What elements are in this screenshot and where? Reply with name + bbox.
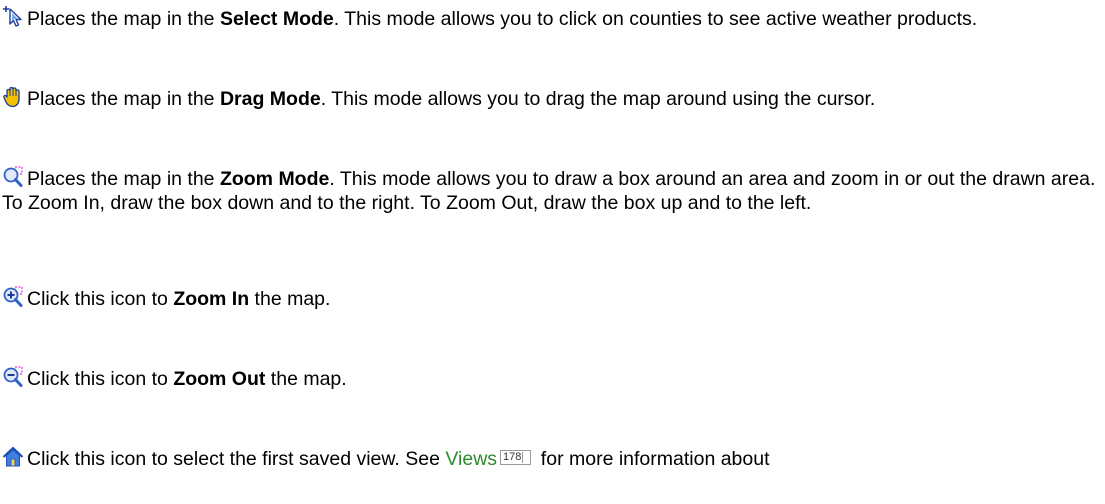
mode-name: Drag Mode — [219, 88, 321, 110]
mode-name: Zoom Mode — [219, 168, 330, 190]
mode-name: Select Mode — [219, 8, 334, 30]
select-mode-description: Places the map in the Select Mode. This … — [2, 6, 1097, 31]
zoom-mode-icon — [2, 166, 24, 188]
text-prefix: Click this icon to select the first save… — [27, 448, 446, 470]
action-name: Zoom In — [173, 288, 250, 310]
action-name: Zoom Out — [173, 368, 266, 390]
text-suffix: . This mode allows you to drag the map a… — [320, 88, 876, 110]
views-link[interactable]: Views — [445, 448, 497, 470]
text-suffix: . This mode allows you to click on count… — [333, 8, 978, 30]
text-prefix: Places the map in the — [27, 168, 220, 190]
text-suffix: the map. — [265, 368, 347, 390]
drag-hand-icon — [2, 86, 24, 108]
text-suffix: for more information about — [535, 448, 770, 470]
text-prefix: Places the map in the — [27, 8, 220, 30]
zoom-out-icon — [2, 366, 24, 388]
text-prefix: Click this icon to — [27, 368, 174, 390]
home-view-description: Click this icon to select the first save… — [2, 446, 1097, 471]
zoom-in-description: Click this icon to Zoom In the map. — [2, 286, 1097, 311]
page-reference-badge: 178 — [500, 450, 532, 465]
text-suffix: the map. — [249, 288, 331, 310]
zoom-out-description: Click this icon to Zoom Out the map. — [2, 366, 1097, 391]
text-prefix: Click this icon to — [27, 288, 174, 310]
home-icon — [2, 446, 24, 468]
zoom-in-icon — [2, 286, 24, 308]
text-prefix: Places the map in the — [27, 88, 220, 110]
zoom-mode-description: Places the map in the Zoom Mode. This mo… — [2, 166, 1097, 215]
select-mode-icon — [2, 6, 24, 28]
drag-mode-description: Places the map in the Drag Mode. This mo… — [2, 86, 1097, 111]
